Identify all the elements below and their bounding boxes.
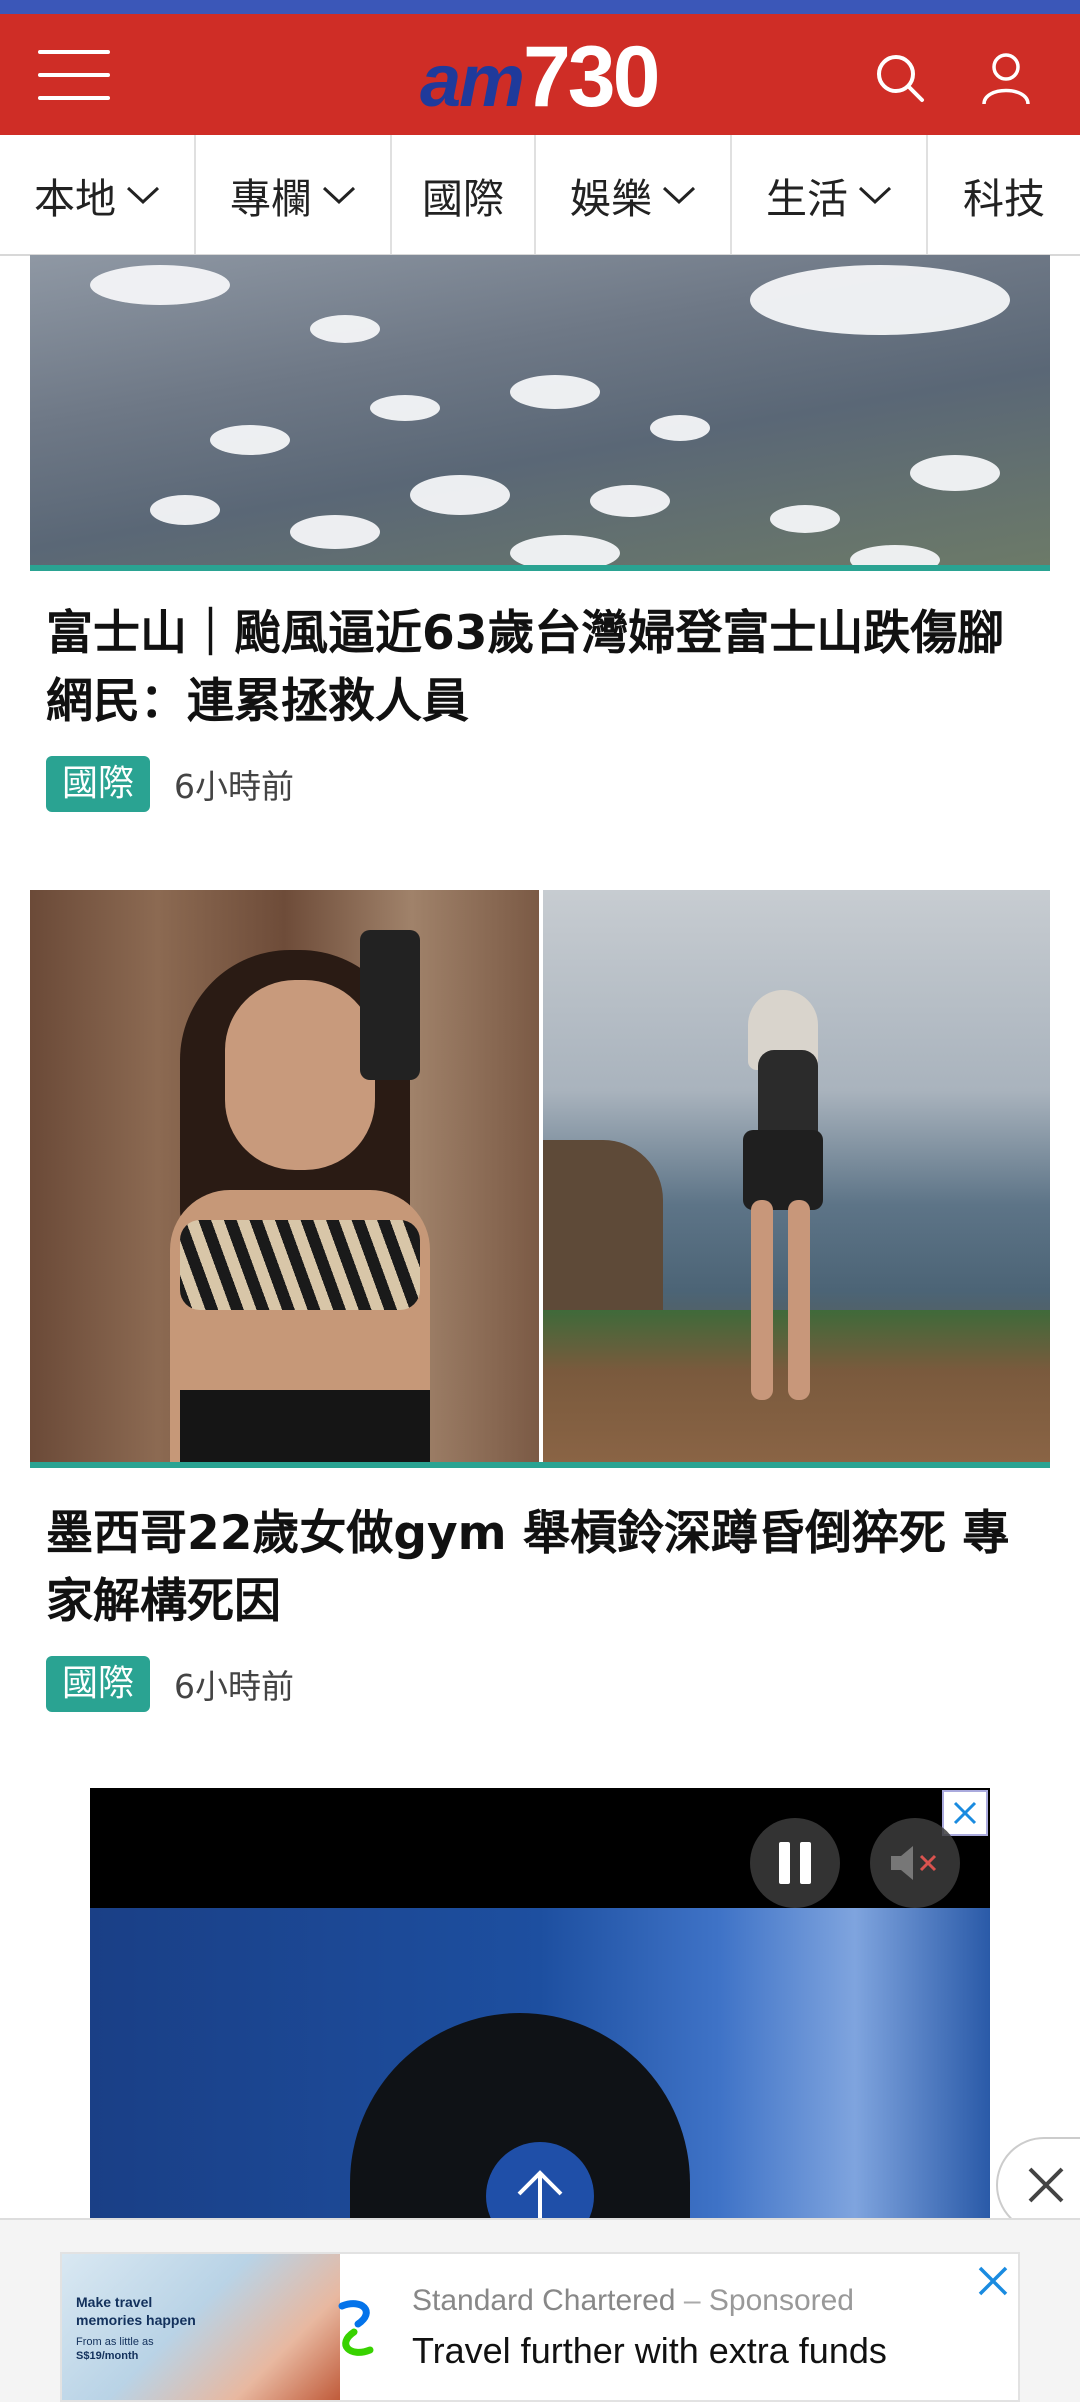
advertiser-name: Standard Chartered xyxy=(412,2284,676,2317)
article-image-right[interactable] xyxy=(543,890,1050,1463)
nav-item-entertainment[interactable]: 娛樂 xyxy=(536,135,732,254)
sponsor-line: Standard Chartered – Sponsored xyxy=(412,2284,854,2318)
arrow-up-icon xyxy=(517,2170,563,2222)
top-accent-stripe xyxy=(0,0,1080,14)
standard-chartered-logo-icon xyxy=(338,2300,374,2356)
nav-item-local[interactable]: 本地 xyxy=(0,135,196,254)
pause-button[interactable] xyxy=(750,1818,840,1908)
article-image-left[interactable] xyxy=(30,890,539,1463)
nav-item-label: 生活 xyxy=(766,174,848,223)
image-accent-line xyxy=(30,565,1050,571)
article-meta: 國際 6小時前 xyxy=(46,756,294,812)
nav-item-label: 國際 xyxy=(422,174,504,223)
banner-image-text: Make travel xyxy=(76,2294,153,2310)
site-logo[interactable]: am730 xyxy=(420,32,660,122)
menu-icon[interactable] xyxy=(38,50,110,100)
nav-item-label: 科技 xyxy=(963,174,1045,223)
separator: – xyxy=(683,2284,701,2317)
mute-button[interactable] xyxy=(870,1818,960,1908)
sponsored-banner-area: Make travel memories happen From as litt… xyxy=(0,2218,1080,2402)
nav-item-lifestyle[interactable]: 生活 xyxy=(732,135,928,254)
nav-item-label: 娛樂 xyxy=(570,174,652,223)
user-icon[interactable] xyxy=(978,50,1034,106)
logo-number: 730 xyxy=(522,29,660,125)
timestamp: 6小時前 xyxy=(174,1667,295,1706)
banner-image: Make travel memories happen From as litt… xyxy=(62,2254,340,2400)
nav-item-label: 專欄 xyxy=(230,174,312,223)
nav-item-label: 本地 xyxy=(34,174,116,223)
article-headline[interactable]: 富士山｜颱風逼近63歲台灣婦登富士山跌傷腳 網民：連累拯救人員 xyxy=(46,600,1036,736)
category-tag[interactable]: 國際 xyxy=(46,756,151,812)
site-header: am730 xyxy=(0,14,1080,135)
sponsored-banner[interactable]: Make travel memories happen From as litt… xyxy=(60,2252,1020,2402)
category-tag[interactable]: 國際 xyxy=(46,1656,151,1712)
pause-icon xyxy=(779,1842,811,1884)
banner-close-icon[interactable] xyxy=(976,2264,1010,2298)
timestamp: 6小時前 xyxy=(174,767,295,806)
category-nav: 本地 專欄 國際 娛樂 生活 科技 xyxy=(0,135,1080,256)
nav-item-columns[interactable]: 專欄 xyxy=(196,135,392,254)
nav-item-tech[interactable]: 科技 xyxy=(928,135,1080,254)
banner-image-text: S$19/month xyxy=(76,2350,139,2362)
article-image[interactable] xyxy=(30,255,1050,565)
video-ad-close-button[interactable] xyxy=(942,1790,988,1836)
banner-image-text: From as little as xyxy=(76,2336,154,2348)
chevron-down-icon xyxy=(126,186,160,204)
close-icon xyxy=(953,1801,977,1825)
image-accent-line xyxy=(30,1462,1050,1468)
banner-title[interactable]: Travel further with extra funds xyxy=(412,2330,887,2372)
banner-image-text: memories happen xyxy=(76,2312,196,2328)
muted-speaker-icon xyxy=(891,1846,937,1880)
close-icon xyxy=(1028,2167,1064,2203)
article-headline[interactable]: 墨西哥22歲女做gym 舉槓鈴深蹲昏倒猝死 專家解構死因 xyxy=(46,1500,1036,1636)
logo-prefix: am xyxy=(420,39,525,122)
nav-item-international[interactable]: 國際 xyxy=(392,135,536,254)
search-icon[interactable] xyxy=(872,50,928,106)
chevron-down-icon xyxy=(322,186,356,204)
chevron-down-icon xyxy=(858,186,892,204)
article-meta: 國際 6小時前 xyxy=(46,1656,294,1712)
sponsored-label: Sponsored xyxy=(708,2284,854,2317)
chevron-down-icon xyxy=(662,186,696,204)
